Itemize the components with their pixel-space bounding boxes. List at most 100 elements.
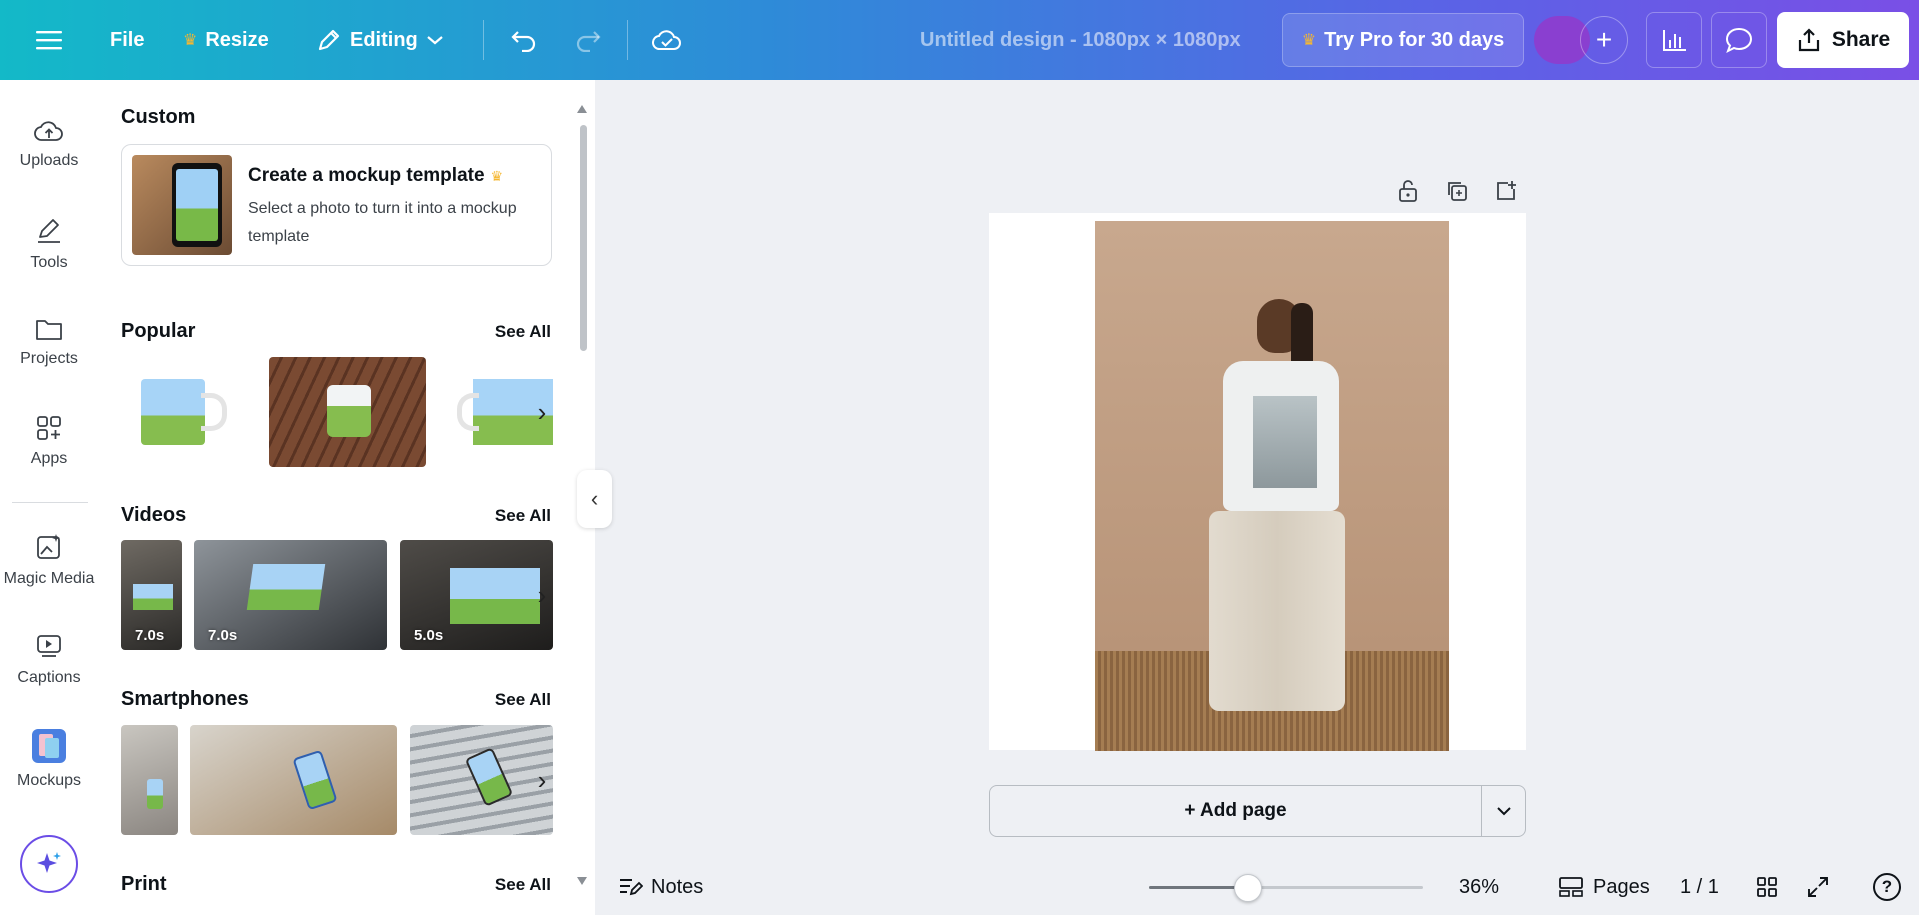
panel-scrollbar-thumb[interactable] [580, 125, 587, 351]
rail-item-tools[interactable]: Tools [0, 216, 98, 272]
rail-item-projects[interactable]: Projects [0, 316, 98, 368]
folder-icon [36, 320, 62, 340]
see-all-print[interactable]: See All [495, 875, 551, 895]
zoom-slider-fill [1149, 886, 1248, 889]
rail-item-uploads[interactable]: Uploads [0, 118, 98, 170]
page-counter: 1 / 1 [1680, 862, 1719, 912]
notes-button[interactable]: Notes [617, 862, 703, 912]
zoom-value[interactable]: 36% [1459, 862, 1499, 912]
phone-screen [147, 779, 163, 809]
notes-icon [620, 879, 643, 896]
add-page-button[interactable]: + Add page [989, 785, 1482, 837]
scroll-down-arrow-icon [577, 877, 587, 885]
redo-icon [576, 31, 601, 52]
menu-button[interactable] [36, 0, 62, 80]
crown-icon: ♛ [490, 167, 504, 184]
laptop-screen [450, 568, 540, 624]
create-mockup-template-card[interactable]: Create a mockup template ♛ Select a phot… [121, 144, 552, 266]
video-thumbnail[interactable]: 7.0s [121, 540, 182, 650]
rail-item-magic-media[interactable]: Magic Media [0, 532, 98, 588]
undo-icon [511, 31, 536, 52]
magic-assistant-button[interactable] [20, 835, 78, 893]
redo-button[interactable] [574, 0, 602, 80]
rail-divider [12, 502, 88, 503]
rail-label: Apps [30, 450, 68, 467]
pages-icon [1559, 877, 1583, 897]
collapse-panel-button[interactable]: ‹ [577, 470, 612, 528]
comments-button[interactable] [1711, 12, 1767, 68]
duplicate-page-button[interactable] [1439, 173, 1475, 209]
lock-page-button[interactable] [1390, 173, 1426, 209]
share-upload-icon [1798, 28, 1819, 52]
toolbar-divider [483, 20, 484, 60]
smartphone-thumbnail[interactable] [190, 725, 397, 835]
crown-icon: ♛ [183, 32, 198, 49]
design-title[interactable]: Untitled design - 1080px × 1080px [920, 0, 1241, 80]
mug-handle [457, 393, 479, 431]
section-title-videos: Videos [121, 504, 187, 526]
mug-body [327, 385, 371, 437]
mug-body [141, 379, 205, 445]
fullscreen-button[interactable] [1806, 862, 1830, 912]
video-thumbnail[interactable]: 7.0s [194, 540, 387, 650]
chevron-right-icon: › [537, 396, 547, 427]
section-title-smartphones: Smartphones [121, 688, 249, 710]
undo-button[interactable] [510, 0, 538, 80]
add-page-dropdown[interactable] [1481, 785, 1526, 837]
rail-item-apps[interactable]: Apps [0, 414, 98, 468]
zoom-percent: 36% [1459, 875, 1500, 898]
chevron-down-icon [1496, 807, 1511, 816]
cloud-save-button[interactable] [652, 0, 682, 80]
resize-button[interactable]: ♛ Resize [183, 0, 269, 80]
insights-button[interactable] [1646, 12, 1702, 68]
phone-screen [464, 747, 514, 807]
popular-next-arrow[interactable]: › [531, 390, 553, 434]
card-heading: Create a mockup template ♛ [248, 165, 503, 187]
left-rail: Uploads Tools Projects Apps Magic Media … [0, 80, 98, 915]
file-label: File [110, 28, 145, 51]
file-menu[interactable]: File [110, 0, 144, 80]
share-label: Share [1831, 28, 1891, 51]
help-button[interactable]: ? [1873, 862, 1901, 912]
zoom-slider-handle[interactable] [1233, 874, 1262, 902]
cloud-check-icon [652, 30, 681, 50]
bar-chart-icon [1663, 30, 1686, 51]
grid-view-button[interactable] [1755, 862, 1779, 912]
magic-media-icon [37, 534, 60, 559]
smartphone-thumbnail[interactable] [121, 725, 178, 835]
rail-label: Mockups [16, 772, 82, 789]
rail-item-captions[interactable]: Captions [0, 631, 98, 687]
help-icon: ? [1873, 873, 1901, 901]
laptop-screen [246, 564, 326, 610]
see-all-videos[interactable]: See All [495, 506, 551, 526]
share-button[interactable]: Share [1777, 12, 1909, 68]
pages-button[interactable]: Pages [1557, 862, 1650, 912]
editing-mode-dropdown[interactable]: Editing [316, 0, 444, 80]
add-page-toolbar-button[interactable] [1488, 173, 1524, 209]
card-description: Select a photo to turn it into a mockup … [248, 200, 517, 245]
mug-thumbnail[interactable] [121, 357, 231, 467]
video-duration: 5.0s [414, 627, 444, 644]
see-all-smartphones[interactable]: See All [495, 690, 551, 710]
resize-label: Resize [205, 28, 269, 51]
invite-plus-button[interactable]: + [1580, 16, 1628, 64]
mockups-icon [32, 729, 66, 763]
comment-bubble-icon [1725, 27, 1753, 54]
sparkle-icon [37, 852, 61, 873]
grid-view-icon [1757, 877, 1777, 897]
laptop-screen [133, 584, 173, 610]
plus-icon: + [1595, 24, 1613, 55]
phone-screen [292, 749, 338, 811]
try-pro-button[interactable]: ♛ Try Pro for 30 days [1282, 13, 1524, 67]
video-duration: 7.0s [208, 627, 238, 644]
smartphones-next-arrow[interactable]: › [531, 758, 553, 802]
mug-table-thumbnail[interactable] [269, 357, 426, 467]
section-title-popular: Popular [121, 320, 196, 342]
videos-next-arrow[interactable]: › [531, 573, 553, 617]
pen-icon [38, 219, 60, 243]
rail-item-mockups[interactable]: Mockups [0, 728, 98, 790]
see-all-popular[interactable]: See All [495, 322, 551, 342]
card-title: Create a mockup template [248, 165, 485, 186]
rail-label: Captions [17, 669, 81, 686]
model-photo[interactable] [1095, 221, 1449, 751]
